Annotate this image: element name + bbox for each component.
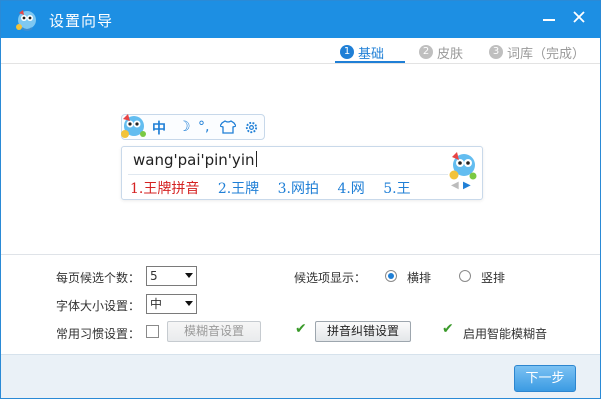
font-size-select[interactable]: 中 — [146, 294, 197, 314]
step-number: 1 — [340, 45, 354, 59]
page-next-icon: ▶ — [463, 180, 471, 191]
text-caret — [255, 151, 257, 167]
step-label: 词库（完成） — [507, 46, 586, 62]
setup-wizard-window: 设置向导 1 基础 2 皮肤 3 词库（完成） 中 ☽ °, wang'pai'… — [0, 0, 601, 399]
step-number: 2 — [419, 45, 433, 59]
mascot-logo-icon — [121, 114, 146, 138]
step-dictionary[interactable]: 3 词库（完成） — [489, 41, 585, 63]
page-previous-icon: ◀ — [451, 180, 459, 191]
composition-string: wang'pai'pin'yin — [133, 151, 257, 169]
horizontal-label: 横排 — [407, 271, 432, 285]
step-label: 皮肤 — [437, 46, 464, 62]
step-number: 3 — [489, 45, 503, 59]
minimize-icon — [543, 19, 555, 21]
step-skin[interactable]: 2 皮肤 — [419, 41, 463, 63]
candidate-item: 2.王牌 — [217, 181, 260, 197]
title-bar[interactable]: 设置向导 — [1, 1, 600, 38]
chevron-down-icon — [185, 273, 193, 278]
candidate-display-label: 候选项显示： — [294, 271, 367, 285]
candidate-window-preview: wang'pai'pin'yin 1.王牌拼音 2.王牌 3.网拍 4.网 5.… — [121, 146, 483, 200]
fuzzy-settings-button[interactable]: 模糊音设置 — [167, 321, 261, 342]
footer-bar: 下一步 — [1, 354, 600, 398]
font-size-value: 中 — [150, 297, 163, 311]
horizontal-radio[interactable] — [385, 270, 397, 282]
candidate-list: 1.王牌拼音 2.王牌 3.网拍 4.网 5.王 — [130, 178, 425, 198]
divider — [1, 254, 600, 255]
chinese-mode-indicator: 中 — [152, 121, 166, 137]
per-page-label: 每页候选个数： — [56, 271, 141, 285]
app-mascot-icon — [16, 10, 36, 31]
shirt-icon — [220, 120, 236, 134]
wizard-steps: 1 基础 2 皮肤 3 词库（完成） — [1, 41, 600, 65]
candidate-item: 5.王 — [383, 181, 411, 197]
vertical-radio[interactable] — [459, 270, 471, 282]
per-page-select[interactable]: 5 — [146, 266, 197, 286]
font-size-label: 字体大小设置： — [56, 299, 141, 313]
minimize-button[interactable] — [537, 7, 561, 29]
close-icon — [573, 11, 585, 23]
vertical-label: 竖排 — [481, 271, 506, 285]
candidate-item: 4.网 — [337, 181, 365, 197]
gear-icon — [245, 121, 258, 134]
smart-fuzzy-checkbox-checked-icon[interactable]: ✔ — [442, 321, 454, 337]
habits-label: 常用习惯设置： — [56, 327, 141, 341]
divider — [128, 174, 448, 175]
candidate-item: 3.网拍 — [277, 181, 319, 197]
composition-text: wang'pai'pin'yin — [133, 151, 255, 169]
candidate-item: 1.王牌拼音 — [130, 181, 200, 197]
pinyin-fix-checkbox-checked-icon[interactable]: ✔ — [295, 321, 307, 337]
step-label: 基础 — [358, 46, 385, 62]
pinyin-correction-button[interactable]: 拼音纠错设置 — [315, 321, 411, 342]
mascot-logo-icon — [449, 152, 477, 180]
step-basic[interactable]: 1 基础 — [340, 41, 384, 63]
fuzzy-checkbox[interactable] — [146, 325, 159, 338]
chevron-down-icon — [185, 301, 193, 306]
ime-status-bar-preview: 中 ☽ °, — [121, 114, 265, 140]
divider — [1, 63, 600, 64]
window-title: 设置向导 — [49, 12, 114, 30]
close-button[interactable] — [567, 7, 591, 29]
per-page-value: 5 — [150, 269, 158, 283]
punctuation-icon: °, — [198, 119, 210, 135]
smart-fuzzy-label: 启用智能模糊音 — [463, 327, 548, 341]
moon-icon: ☽ — [178, 119, 191, 135]
next-button[interactable]: 下一步 — [514, 365, 576, 392]
